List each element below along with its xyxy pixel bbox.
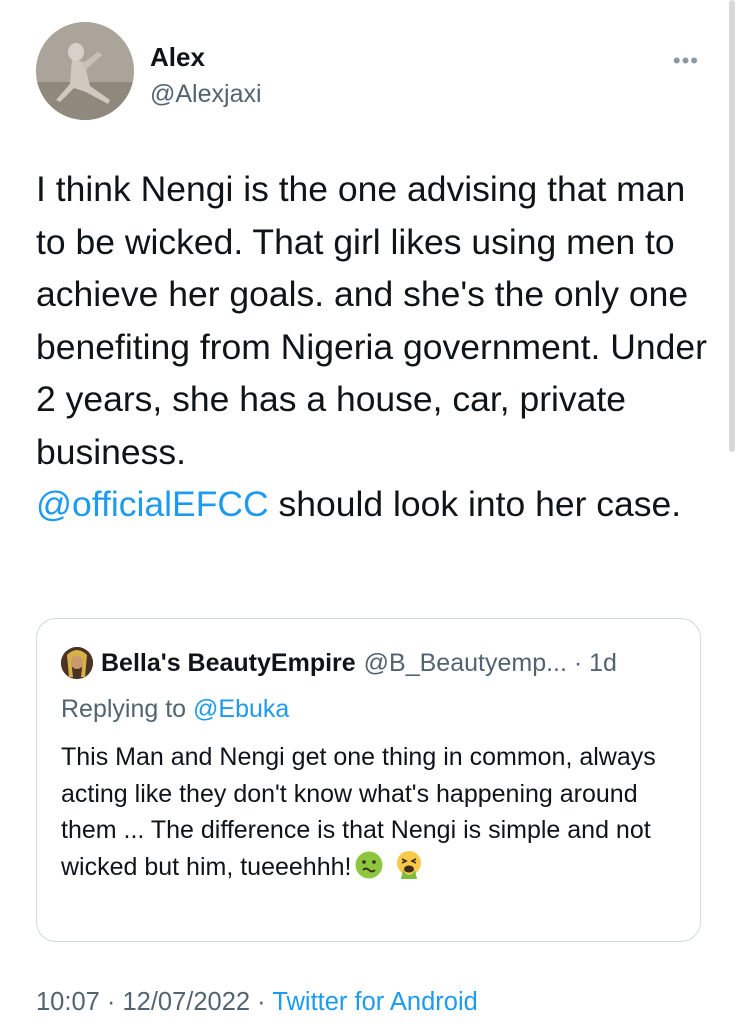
tweet-page: Alex @Alexjaxi ••• I think Nengi is the …	[0, 0, 739, 1024]
quoted-tweet-header: Bella's BeautyEmpire @B_Beautyemp... · 1…	[61, 647, 617, 679]
author-handle[interactable]: @Alexjaxi	[150, 80, 262, 109]
quoted-author-avatar	[61, 647, 93, 679]
replying-to-link[interactable]: @Ebuka	[193, 695, 289, 723]
replying-to: Replying to @Ebuka	[61, 695, 289, 724]
replying-to-label: Replying to	[61, 695, 194, 723]
more-horizontal-icon[interactable]: •••	[673, 50, 699, 72]
author-name[interactable]: Alex	[150, 42, 205, 73]
tweet-timestamp[interactable]: 10:07 · 12/07/2022 ·	[36, 988, 272, 1016]
tweet-text-body: I think Nengi is the one advising that m…	[36, 169, 707, 472]
tweet-source[interactable]: Twitter for Android	[272, 988, 478, 1016]
scrollbar[interactable]	[729, 0, 735, 452]
quoted-author-name: Bella's BeautyEmpire	[101, 648, 356, 677]
monkey-avatar-image	[36, 22, 134, 120]
nauseated-face-icon	[355, 851, 383, 878]
tweet-text-tail: should look into her case.	[268, 484, 682, 524]
tweet-header: Alex @Alexjaxi •••	[36, 22, 709, 122]
tweet-meta: 10:07 · 12/07/2022 · Twitter for Android	[36, 988, 478, 1017]
quoted-author-handle: @B_Beautyemp... · 1d	[363, 648, 617, 677]
quoted-tweet-text: This Man and Nengi get one thing in comm…	[61, 739, 691, 885]
vomiting-face-icon	[397, 850, 422, 879]
author-avatar[interactable]	[36, 22, 134, 120]
tweet-text: I think Nengi is the one advising that m…	[36, 163, 716, 531]
quoted-tweet[interactable]: Bella's BeautyEmpire @B_Beautyemp... · 1…	[36, 618, 701, 942]
mention-link[interactable]: @officialEFCC	[36, 484, 269, 524]
